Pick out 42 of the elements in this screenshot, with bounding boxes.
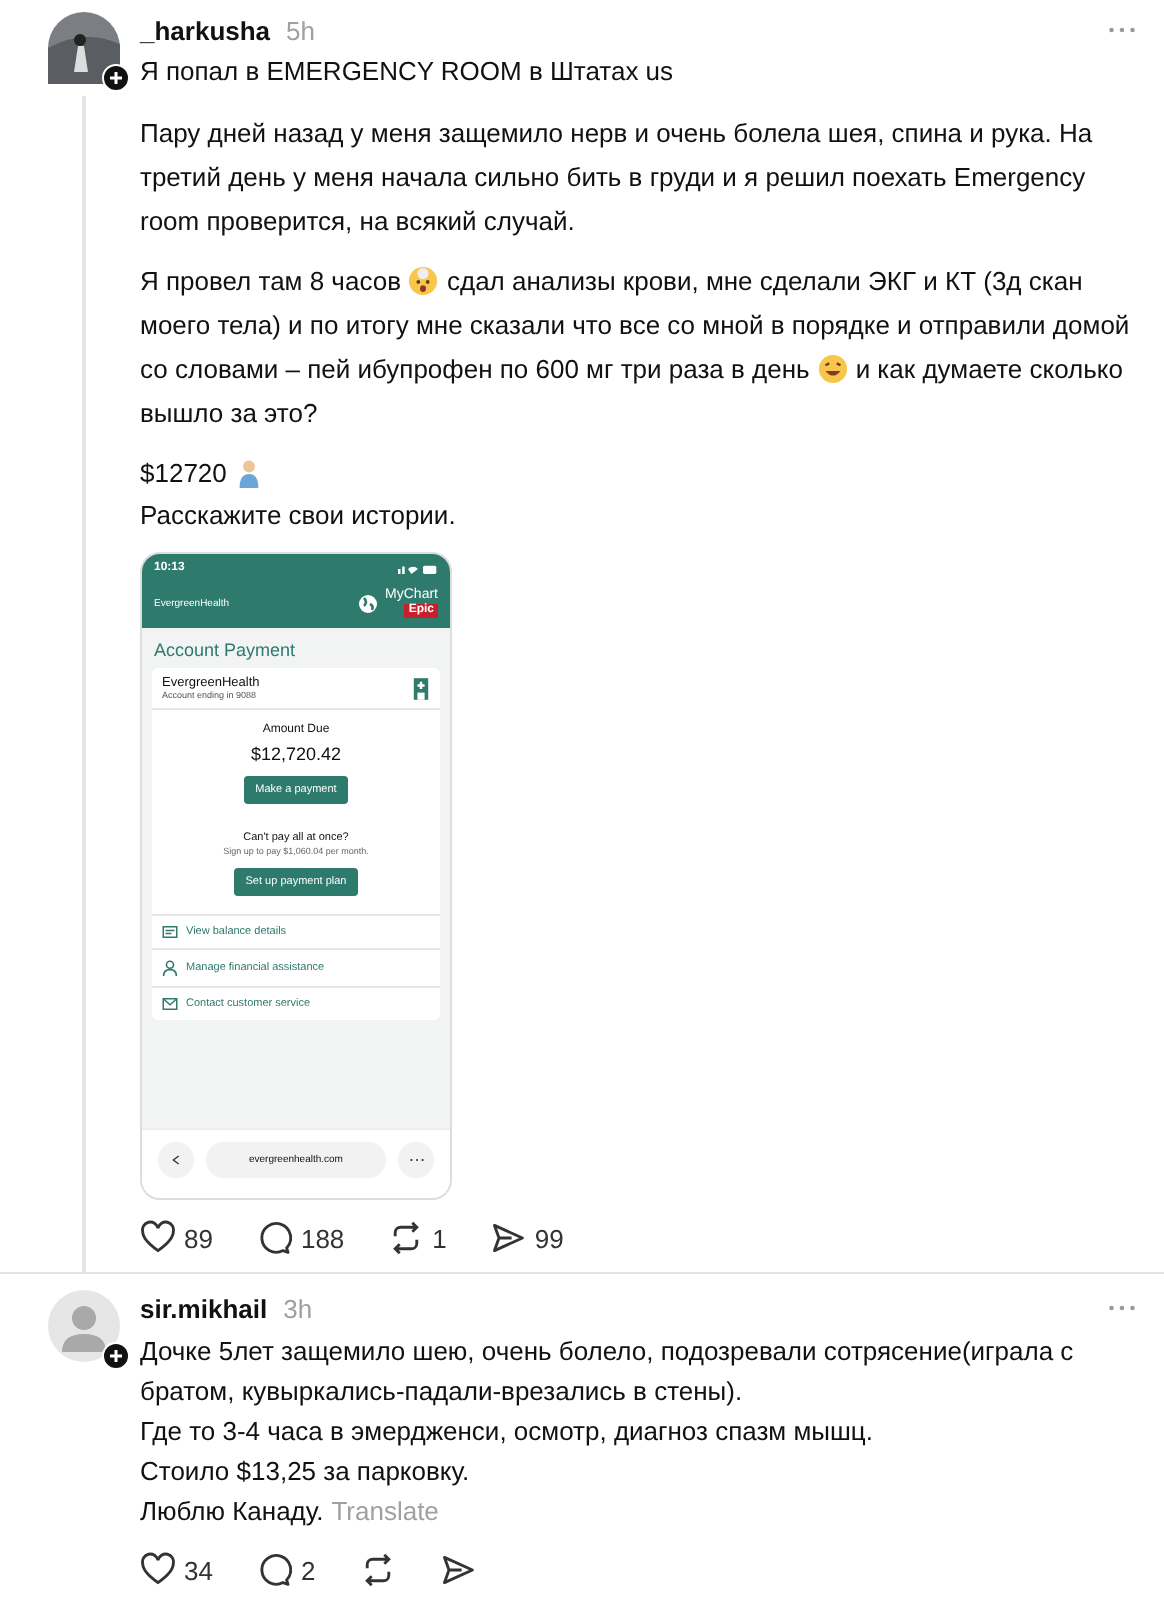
count: 188 [300, 1223, 345, 1253]
post-text: Я провел там 8 часов сдал анализы крови, мне сделали ЭКГ и КТ (3д скан моего тела) и по итогу мне сказали что все со мной в порядке и отправили домой со словами – пей ибупрофен по 600 мг три раза в день и как думаете сколько вышло за это? [140, 264, 1132, 432]
username[interactable]: sir.mikhail [140, 1293, 268, 1323]
count: 34 [184, 1555, 213, 1585]
count: 1 [432, 1223, 447, 1253]
more-icon[interactable] [1108, 26, 1136, 34]
heart-icon[interactable] [140, 1552, 176, 1588]
chevron-icon [172, 1154, 180, 1166]
post-text: Пару дней назад у меня защемило нерв и очень болела шея, спина и рука. На третий день у меня начала сильно бить в груди и я решил поехать Emergency room проверится, на всякий случай. [140, 116, 1095, 240]
timestamp: 5h [286, 15, 316, 45]
username[interactable]: _harkusha [140, 15, 271, 45]
comment-icon[interactable] [256, 1220, 293, 1256]
post-text: $12720 [140, 452, 1136, 496]
reply-text: Дочке 5лет защемило шею, очень болело, подозревали сотрясение(играла с братом, кувыркались-падали-врезались в стены). [140, 1334, 1076, 1410]
more-icon[interactable] [1108, 1304, 1136, 1312]
avatar[interactable] [48, 1290, 120, 1362]
count: 89 [184, 1223, 213, 1253]
timestamp: 3h [283, 1293, 313, 1323]
send-icon[interactable] [490, 1220, 527, 1256]
comment-icon[interactable] [256, 1552, 293, 1588]
reply-text: Где то 3-4 часа в эмердженси, осмотр, диагноз спазм мышц. [140, 1414, 875, 1450]
send-icon[interactable] [439, 1552, 476, 1588]
avatar[interactable] [48, 12, 120, 84]
heart-icon[interactable] [140, 1220, 176, 1256]
mail-icon [162, 998, 178, 1010]
post-title: Я попал в EMERGENCY ROOM в Штатах us [140, 54, 676, 90]
reply-text: Стоило $13,25 за парковку. [140, 1454, 472, 1490]
count: 2 [300, 1555, 316, 1585]
amount-due: $12,720.42 [250, 744, 342, 764]
post-text: Расскажите свои истории. [140, 498, 458, 534]
person-icon [162, 960, 178, 976]
globe-icon[interactable] [357, 593, 378, 613]
follow-icon[interactable] [102, 64, 130, 92]
repost-icon[interactable] [359, 1552, 396, 1588]
page-heading: Account Payment [152, 638, 298, 664]
reply-text: Люблю Канаду. [140, 1496, 324, 1526]
follow-icon[interactable] [102, 1342, 130, 1370]
card-icon [162, 926, 178, 938]
status-icons [398, 563, 438, 573]
count: 99 [534, 1223, 564, 1253]
hospital-icon [412, 677, 430, 699]
repost-icon[interactable] [388, 1220, 425, 1256]
